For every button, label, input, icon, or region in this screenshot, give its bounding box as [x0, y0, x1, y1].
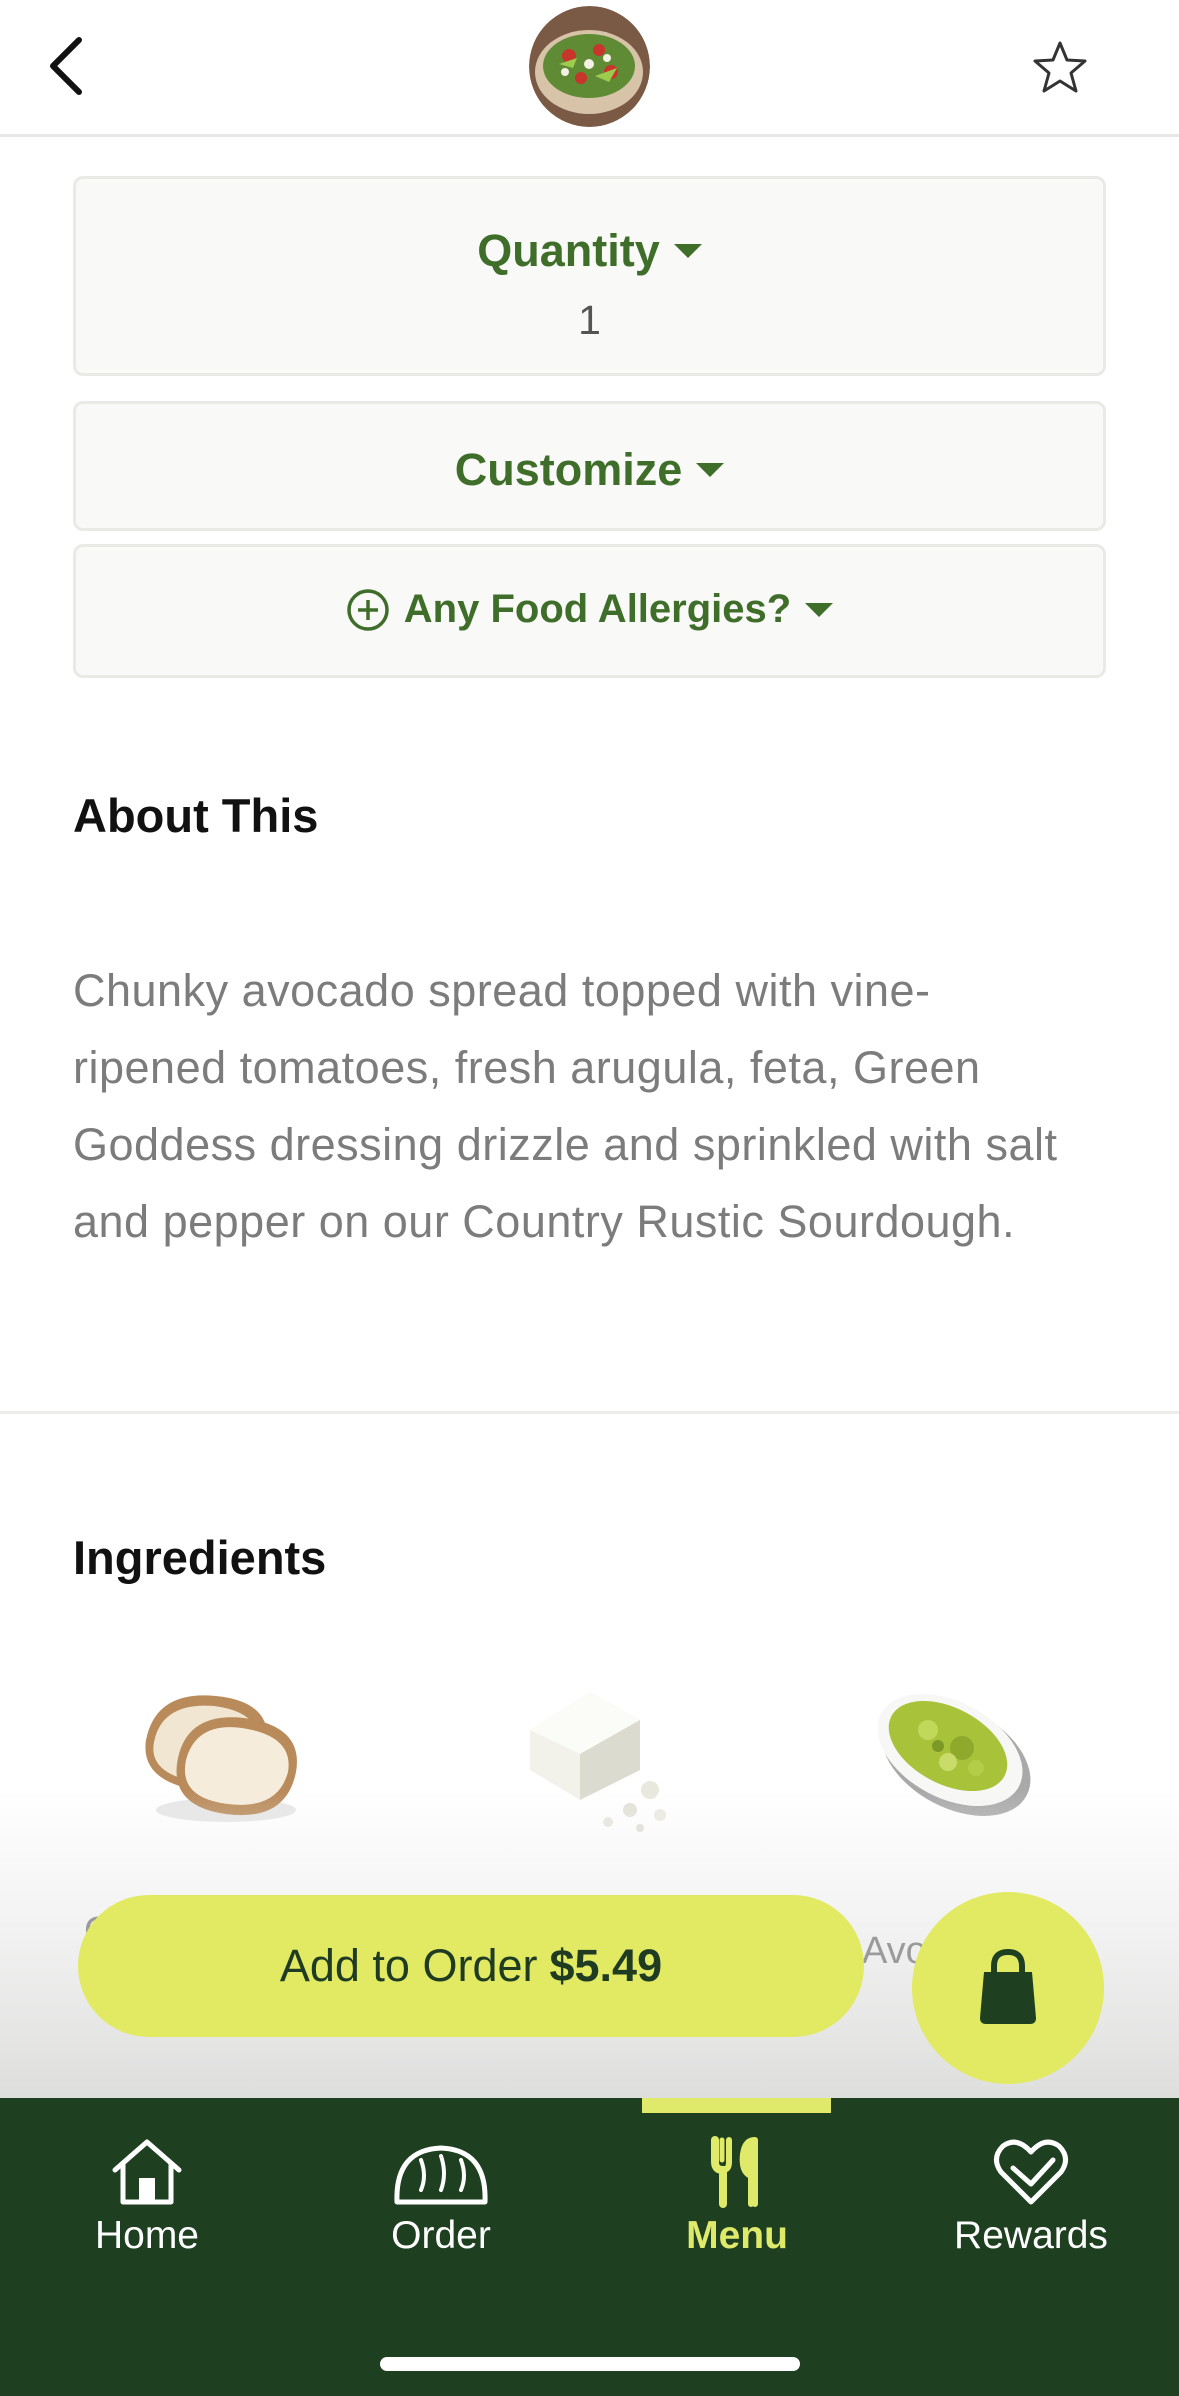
- shopping-bag-icon: [980, 1948, 1036, 2024]
- home-indicator: [380, 2357, 800, 2371]
- caret-down-icon: [696, 463, 725, 477]
- favorite-button[interactable]: [1020, 30, 1100, 104]
- nav-menu[interactable]: Menu: [590, 2128, 884, 2268]
- active-tab-indicator: [642, 2098, 831, 2113]
- nav-order-label: Order: [391, 2214, 491, 2257]
- caret-down-icon: [673, 244, 702, 258]
- home-icon: [112, 2139, 182, 2205]
- item-thumbnail: [529, 6, 650, 127]
- caret-down-icon: [805, 602, 834, 617]
- bread-icon: [394, 2145, 488, 2205]
- about-title: About This: [73, 789, 319, 842]
- nav-home[interactable]: Home: [0, 2128, 294, 2268]
- nav-home-label: Home: [94, 2214, 200, 2257]
- add-to-order-label: Add to Order: [279, 1940, 538, 1991]
- nav-order[interactable]: Order: [294, 2128, 588, 2268]
- item-price: $5.49: [549, 1940, 663, 1991]
- food-allergies-dropdown[interactable]: Any Food Allergies?: [73, 544, 1106, 678]
- add-to-order-button[interactable]: Add to Order $5.49: [78, 1895, 864, 2037]
- customize-label: Customize: [454, 444, 683, 495]
- nav-rewards[interactable]: Rewards: [884, 2128, 1178, 2268]
- ingredients-title: Ingredients: [73, 1531, 327, 1584]
- nav-rewards-label: Rewards: [954, 2214, 1108, 2257]
- about-description: Chunky avocado spread topped with vine-r…: [73, 965, 1058, 1247]
- customize-dropdown[interactable]: Customize: [73, 401, 1106, 531]
- nav-menu-label: Menu: [686, 2214, 788, 2257]
- heart-icon: [994, 2139, 1068, 2205]
- quantity-selector[interactable]: Quantity 1: [73, 176, 1106, 376]
- allergies-label: Any Food Allergies?: [403, 587, 792, 631]
- chevron-left-icon: [50, 37, 82, 95]
- quantity-value: 1: [578, 297, 601, 343]
- back-button[interactable]: [30, 28, 100, 104]
- section-divider: [0, 1411, 1179, 1414]
- star-icon: [1033, 41, 1087, 93]
- plus-circle-icon: [347, 588, 389, 631]
- quantity-label: Quantity: [477, 225, 660, 276]
- fork-knife-icon: [711, 2136, 758, 2208]
- bag-button[interactable]: [912, 1892, 1104, 2084]
